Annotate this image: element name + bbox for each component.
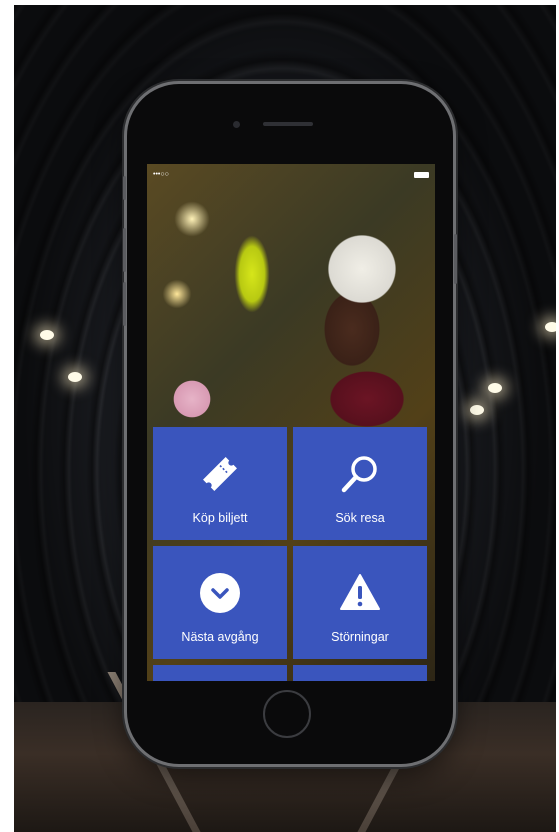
next-departure-label: Nästa avgång bbox=[181, 630, 259, 644]
earpiece-speaker bbox=[263, 122, 313, 126]
phone-screen: •••○○ Köp biljett Sök resa Nästa avgång … bbox=[147, 164, 435, 681]
power-button bbox=[454, 234, 457, 284]
volume-down-button bbox=[123, 282, 126, 326]
status-bar: •••○○ bbox=[153, 168, 429, 180]
mute-switch bbox=[123, 176, 126, 200]
tunnel-light bbox=[488, 383, 502, 393]
disruptions-label: Störningar bbox=[331, 630, 389, 644]
battery-icon bbox=[414, 172, 429, 178]
next-departure-tile[interactable]: Nästa avgång bbox=[153, 546, 287, 659]
tile-partial[interactable] bbox=[293, 665, 427, 681]
buy-ticket-tile[interactable]: Köp biljett bbox=[153, 427, 287, 540]
volume-up-button bbox=[123, 228, 126, 272]
clock-chevron-icon bbox=[198, 570, 242, 616]
signal-indicator: •••○○ bbox=[153, 171, 169, 178]
buy-ticket-label: Köp biljett bbox=[192, 511, 248, 525]
tunnel-light bbox=[68, 372, 82, 382]
page-margin bbox=[0, 0, 559, 5]
tunnel-light bbox=[40, 330, 54, 340]
phone-device: •••○○ Köp biljett Sök resa Nästa avgång … bbox=[123, 84, 457, 764]
home-button[interactable] bbox=[263, 690, 311, 738]
warning-icon bbox=[338, 570, 382, 616]
tile-partial[interactable] bbox=[153, 665, 287, 681]
search-trip-tile[interactable]: Sök resa bbox=[293, 427, 427, 540]
search-trip-label: Sök resa bbox=[335, 511, 385, 525]
tunnel-light bbox=[470, 405, 484, 415]
disruptions-tile[interactable]: Störningar bbox=[293, 546, 427, 659]
search-icon bbox=[338, 451, 382, 497]
ticket-icon bbox=[198, 451, 242, 497]
front-camera bbox=[233, 121, 240, 128]
page-margin bbox=[0, 0, 14, 832]
tile-grid: Köp biljett Sök resa Nästa avgång Störni… bbox=[153, 427, 429, 681]
